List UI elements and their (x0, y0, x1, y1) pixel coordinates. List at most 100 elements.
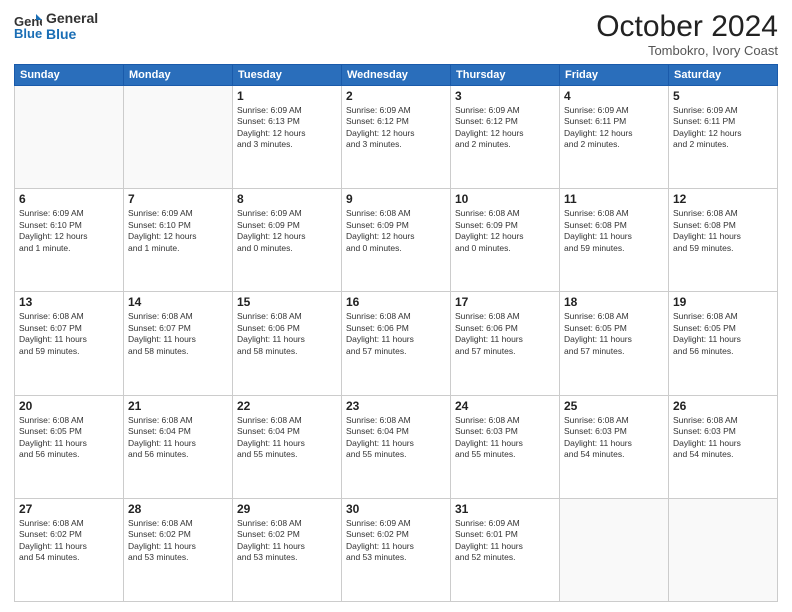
month-title: October 2024 (596, 10, 778, 43)
day-number: 31 (455, 502, 555, 516)
day-number: 30 (346, 502, 446, 516)
day-number: 27 (19, 502, 119, 516)
calendar-cell: 31 Sunrise: 6:09 AM Sunset: 6:01 PM Dayli… (451, 498, 560, 601)
day-number: 11 (564, 192, 664, 206)
calendar-cell: 21 Sunrise: 6:08 AM Sunset: 6:04 PM Dayli… (124, 395, 233, 498)
col-wednesday: Wednesday (342, 65, 451, 86)
day-info: Sunrise: 6:08 AM Sunset: 6:06 PM Dayligh… (237, 311, 337, 357)
day-number: 18 (564, 295, 664, 309)
calendar-cell: 14 Sunrise: 6:08 AM Sunset: 6:07 PM Dayli… (124, 292, 233, 395)
logo: General Blue General Blue (14, 10, 98, 42)
day-info: Sunrise: 6:09 AM Sunset: 6:10 PM Dayligh… (19, 208, 119, 254)
calendar-cell: 10Sunrise: 6:08 AM Sunset: 6:09 PM Dayli… (451, 189, 560, 292)
day-number: 26 (673, 399, 773, 413)
calendar-cell: 19 Sunrise: 6:08 AM Sunset: 6:05 PM Dayli… (669, 292, 778, 395)
day-number: 25 (564, 399, 664, 413)
calendar-cell: 3 Sunrise: 6:09 AM Sunset: 6:12 PM Daylig… (451, 86, 560, 189)
day-info: Sunrise: 6:08 AM Sunset: 6:09 PM Dayligh… (346, 208, 446, 254)
calendar-cell: 29 Sunrise: 6:08 AM Sunset: 6:02 PM Dayli… (233, 498, 342, 601)
calendar-header: Sunday Monday Tuesday Wednesday Thursday… (15, 65, 778, 86)
calendar-cell: 27 Sunrise: 6:08 AM Sunset: 6:02 PM Dayli… (15, 498, 124, 601)
day-number: 7 (128, 192, 228, 206)
calendar-cell: 1Sunrise: 6:09 AM Sunset: 6:13 PM Daylig… (233, 86, 342, 189)
day-number: 19 (673, 295, 773, 309)
calendar-cell: 18 Sunrise: 6:08 AM Sunset: 6:05 PM Dayli… (560, 292, 669, 395)
calendar-cell: 5Sunrise: 6:09 AM Sunset: 6:11 PM Daylig… (669, 86, 778, 189)
day-number: 21 (128, 399, 228, 413)
calendar-cell: 17 Sunrise: 6:08 AM Sunset: 6:06 PM Dayli… (451, 292, 560, 395)
day-info: Sunrise: 6:08 AM Sunset: 6:08 PM Dayligh… (673, 208, 773, 254)
calendar-cell: 30Sunrise: 6:09 AM Sunset: 6:02 PM Dayli… (342, 498, 451, 601)
col-monday: Monday (124, 65, 233, 86)
day-number: 17 (455, 295, 555, 309)
calendar-cell (124, 86, 233, 189)
day-info: Sunrise: 6:08 AM Sunset: 6:02 PM Dayligh… (128, 518, 228, 564)
logo-line2: Blue (46, 26, 98, 42)
calendar-cell (560, 498, 669, 601)
day-number: 13 (19, 295, 119, 309)
col-sunday: Sunday (15, 65, 124, 86)
day-info: Sunrise: 6:08 AM Sunset: 6:06 PM Dayligh… (346, 311, 446, 357)
day-info: Sunrise: 6:09 AM Sunset: 6:09 PM Dayligh… (237, 208, 337, 254)
day-number: 2 (346, 89, 446, 103)
calendar-cell: 12Sunrise: 6:08 AM Sunset: 6:08 PM Dayli… (669, 189, 778, 292)
calendar-cell: 24 Sunrise: 6:08 AM Sunset: 6:03 PM Dayli… (451, 395, 560, 498)
day-number: 16 (346, 295, 446, 309)
location-subtitle: Tombokro, Ivory Coast (596, 43, 778, 58)
day-number: 8 (237, 192, 337, 206)
calendar-week-4: 20Sunrise: 6:08 AM Sunset: 6:05 PM Dayli… (15, 395, 778, 498)
day-info: Sunrise: 6:08 AM Sunset: 6:07 PM Dayligh… (128, 311, 228, 357)
calendar-body: 1Sunrise: 6:09 AM Sunset: 6:13 PM Daylig… (15, 86, 778, 602)
day-number: 3 (455, 89, 555, 103)
day-number: 10 (455, 192, 555, 206)
day-number: 5 (673, 89, 773, 103)
day-number: 23 (346, 399, 446, 413)
day-number: 14 (128, 295, 228, 309)
day-number: 22 (237, 399, 337, 413)
col-saturday: Saturday (669, 65, 778, 86)
day-info: Sunrise: 6:08 AM Sunset: 6:04 PM Dayligh… (346, 415, 446, 461)
calendar-cell: 25 Sunrise: 6:08 AM Sunset: 6:03 PM Dayli… (560, 395, 669, 498)
day-number: 6 (19, 192, 119, 206)
calendar-week-2: 6 Sunrise: 6:09 AM Sunset: 6:10 PM Daylig… (15, 189, 778, 292)
day-info: Sunrise: 6:08 AM Sunset: 6:03 PM Dayligh… (455, 415, 555, 461)
calendar-cell: 23 Sunrise: 6:08 AM Sunset: 6:04 PM Dayli… (342, 395, 451, 498)
day-info: Sunrise: 6:08 AM Sunset: 6:02 PM Dayligh… (237, 518, 337, 564)
calendar-table: Sunday Monday Tuesday Wednesday Thursday… (14, 64, 778, 602)
day-info: Sunrise: 6:08 AM Sunset: 6:04 PM Dayligh… (237, 415, 337, 461)
day-info: Sunrise: 6:09 AM Sunset: 6:12 PM Dayligh… (346, 105, 446, 151)
day-info: Sunrise: 6:08 AM Sunset: 6:03 PM Dayligh… (564, 415, 664, 461)
day-info: Sunrise: 6:08 AM Sunset: 6:04 PM Dayligh… (128, 415, 228, 461)
day-info: Sunrise: 6:08 AM Sunset: 6:03 PM Dayligh… (673, 415, 773, 461)
day-number: 4 (564, 89, 664, 103)
calendar-cell: 8 Sunrise: 6:09 AM Sunset: 6:09 PM Daylig… (233, 189, 342, 292)
day-info: Sunrise: 6:08 AM Sunset: 6:08 PM Dayligh… (564, 208, 664, 254)
col-friday: Friday (560, 65, 669, 86)
day-number: 9 (346, 192, 446, 206)
day-number: 15 (237, 295, 337, 309)
header: General Blue General Blue October 2024 T… (14, 10, 778, 58)
day-info: Sunrise: 6:08 AM Sunset: 6:07 PM Dayligh… (19, 311, 119, 357)
logo-line1: General (46, 10, 98, 26)
title-block: October 2024 Tombokro, Ivory Coast (596, 10, 778, 58)
calendar-cell: 2 Sunrise: 6:09 AM Sunset: 6:12 PM Daylig… (342, 86, 451, 189)
day-number: 29 (237, 502, 337, 516)
calendar-cell: 4Sunrise: 6:09 AM Sunset: 6:11 PM Daylig… (560, 86, 669, 189)
calendar-cell: 26 Sunrise: 6:08 AM Sunset: 6:03 PM Dayli… (669, 395, 778, 498)
svg-text:Blue: Blue (14, 26, 42, 40)
day-info: Sunrise: 6:09 AM Sunset: 6:12 PM Dayligh… (455, 105, 555, 151)
day-number: 1 (237, 89, 337, 103)
day-number: 24 (455, 399, 555, 413)
day-info: Sunrise: 6:08 AM Sunset: 6:05 PM Dayligh… (673, 311, 773, 357)
day-info: Sunrise: 6:09 AM Sunset: 6:01 PM Dayligh… (455, 518, 555, 564)
day-info: Sunrise: 6:08 AM Sunset: 6:06 PM Dayligh… (455, 311, 555, 357)
calendar-cell: 11 Sunrise: 6:08 AM Sunset: 6:08 PM Dayli… (560, 189, 669, 292)
calendar-week-1: 1Sunrise: 6:09 AM Sunset: 6:13 PM Daylig… (15, 86, 778, 189)
day-number: 28 (128, 502, 228, 516)
day-info: Sunrise: 6:08 AM Sunset: 6:05 PM Dayligh… (564, 311, 664, 357)
calendar-cell: 7Sunrise: 6:09 AM Sunset: 6:10 PM Daylig… (124, 189, 233, 292)
calendar-cell: 13 Sunrise: 6:08 AM Sunset: 6:07 PM Dayli… (15, 292, 124, 395)
day-info: Sunrise: 6:08 AM Sunset: 6:02 PM Dayligh… (19, 518, 119, 564)
header-row: Sunday Monday Tuesday Wednesday Thursday… (15, 65, 778, 86)
calendar-cell: 20Sunrise: 6:08 AM Sunset: 6:05 PM Dayli… (15, 395, 124, 498)
